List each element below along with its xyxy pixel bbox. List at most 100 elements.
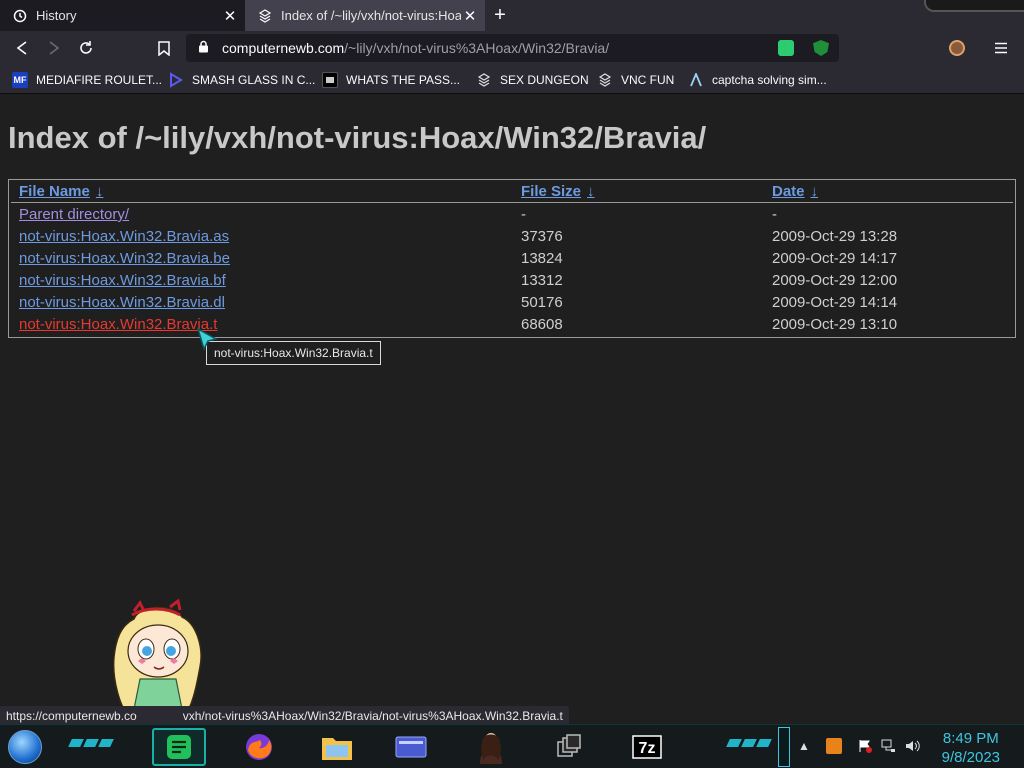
portrait-app-icon[interactable] (464, 728, 518, 766)
menu-icon[interactable] (989, 36, 1013, 60)
back-icon[interactable] (10, 36, 34, 60)
header-label: File Name (19, 183, 90, 200)
file-link[interactable]: not-virus:Hoax.Win32.Bravia.as (19, 228, 229, 245)
show-desktop-button[interactable] (778, 727, 790, 767)
network-icon[interactable] (881, 738, 897, 754)
file-date: 2009-Oct-29 14:17 (772, 250, 898, 267)
page-content: Index of /~lily/vxh/not-virus:Hoax/Win32… (0, 95, 1024, 726)
new-tab-button[interactable]: + (488, 4, 512, 26)
bookmark-label: MEDIAFIRE ROULET... (36, 73, 163, 87)
bookmark-smash-glass[interactable]: SMASH GLASS IN C... (168, 70, 315, 90)
card-app-icon[interactable] (384, 728, 438, 766)
reload-icon[interactable] (74, 36, 98, 60)
url-path: /~lily/vxh/not-virus%3AHoax/Win32/Bravia… (344, 40, 610, 56)
taskbar-decoration (726, 739, 772, 749)
history-icon (12, 8, 28, 24)
tray-expand-icon[interactable]: ▲ (796, 738, 812, 754)
sort-arrow-icon: ↓ (810, 183, 819, 200)
file-link[interactable]: Parent directory/ (19, 206, 129, 223)
file-size: 13824 (521, 250, 563, 267)
bookmark-icon[interactable] (152, 36, 176, 60)
start-button[interactable] (8, 730, 42, 764)
header-file-size[interactable]: File Size ↓ (521, 183, 595, 200)
bookmark-label: WHATS THE PASS... (346, 73, 461, 87)
volume-icon[interactable] (905, 738, 921, 754)
header-date[interactable]: Date ↓ (772, 183, 818, 200)
file-link[interactable]: not-virus:Hoax.Win32.Bravia.bf (19, 272, 226, 289)
file-listing-table: File Name ↓ File Size ↓ Date ↓ Parent direc… (8, 179, 1016, 338)
navigation-bar: computernewb.com/~lily/vxh/not-virus%3AH… (0, 31, 1024, 65)
close-tab-icon[interactable]: ✕ (461, 7, 479, 25)
extension-notes-icon[interactable] (778, 40, 794, 56)
7zip-icon[interactable]: 7z (620, 728, 674, 766)
header-label: Date (772, 183, 805, 200)
profile-avatar[interactable] (949, 40, 965, 56)
file-size: - (521, 206, 526, 223)
bookmark-label: SMASH GLASS IN C... (192, 73, 316, 87)
file-link[interactable]: not-virus:Hoax.Win32.Bravia.dl (19, 294, 225, 311)
lock-icon (198, 40, 212, 56)
file-size: 37376 (521, 228, 563, 245)
mouse-cursor-icon (196, 327, 219, 352)
bookmark-vnc-fun[interactable]: VNC FUN (597, 70, 674, 90)
address-bar[interactable]: computernewb.com/~lily/vxh/not-virus%3AH… (186, 34, 839, 62)
file-link[interactable]: not-virus:Hoax.Win32.Bravia.t (19, 316, 217, 333)
bookmark-whats-the-pass[interactable]: WHATS THE PASS... (322, 70, 460, 90)
bookmark-sex-dungeon[interactable]: SEX DUNGEON (476, 70, 589, 90)
svg-text:7z: 7z (639, 740, 656, 757)
url-host: computernewb.com (222, 40, 345, 56)
smash-glass-icon (168, 72, 184, 88)
clock-time: 8:49 PM (942, 730, 999, 747)
tab-label: Index of /~lily/vxh/not-virus:Hoax/ (281, 8, 461, 23)
task-view-icon[interactable] (542, 728, 596, 766)
file-explorer-icon[interactable] (310, 728, 364, 766)
status-url-start: https://computernewb.co (6, 709, 137, 723)
file-date: 2009-Oct-29 13:28 (772, 228, 898, 245)
bookmark-label: SEX DUNGEON (500, 73, 589, 87)
window-controls[interactable] (924, 0, 1024, 12)
header-label: File Size (521, 183, 582, 200)
bookmarks-toolbar: MF MEDIAFIRE ROULET... SMASH GLASS IN C.… (0, 65, 1024, 94)
mediafire-icon: MF (12, 72, 28, 88)
file-size: 13312 (521, 272, 563, 289)
header-file-name[interactable]: File Name ↓ (19, 183, 103, 200)
file-size: 50176 (521, 294, 563, 311)
close-tab-icon[interactable]: ✕ (221, 7, 239, 25)
bookmark-captcha[interactable]: captcha solving sim... (688, 70, 827, 90)
clock-date: 9/8/2023 (941, 749, 1000, 766)
taskbar-decoration (68, 739, 114, 749)
file-date: - (772, 206, 777, 223)
file-date: 2009-Oct-29 12:00 (772, 272, 898, 289)
link-tooltip: not-virus:Hoax.Win32.Bravia.t (206, 341, 381, 365)
tab-history[interactable]: History ✕ (0, 0, 245, 31)
file-date: 2009-Oct-29 14:14 (772, 294, 898, 311)
taskbar: 7z ▲ 8:49 PM 9/8/2023 (0, 724, 1024, 768)
tab-label: History (36, 8, 77, 23)
header-divider (11, 202, 1013, 203)
page-title: Index of /~lily/vxh/not-virus:Hoax/Win32… (8, 120, 707, 155)
stack-icon (476, 72, 492, 88)
notes-app-icon[interactable] (152, 728, 206, 766)
tray-app-icon[interactable] (826, 738, 842, 754)
bookmark-mediafire[interactable]: MF MEDIAFIRE ROULET... (12, 70, 162, 90)
status-url-end: vxh/not-virus%3AHoax/Win32/Bravia/not-vi… (182, 709, 563, 723)
sort-arrow-icon: ↓ (587, 183, 595, 200)
desktop-mascot-character (112, 599, 202, 718)
bookmark-label: VNC FUN (621, 73, 675, 87)
bookmark-label: captcha solving sim... (712, 73, 827, 87)
page-icon (257, 8, 273, 24)
action-center-flag-icon[interactable] (857, 738, 873, 754)
file-date: 2009-Oct-29 13:10 (772, 316, 898, 333)
firefox-icon[interactable] (232, 728, 286, 766)
captcha-icon (688, 72, 704, 88)
system-clock[interactable]: 8:49 PM 9/8/2023 (942, 729, 1000, 767)
sort-arrow-icon: ↓ (95, 183, 104, 200)
file-link[interactable]: not-virus:Hoax.Win32.Bravia.be (19, 250, 230, 267)
stack-icon (597, 72, 613, 88)
dark-site-icon (322, 72, 338, 88)
screen: History ✕ Index of /~lily/vxh/not-virus:… (0, 0, 1024, 768)
status-url-bar: https://computernewb.co vxh/not-virus%3A… (0, 706, 569, 726)
tab-strip: History ✕ Index of /~lily/vxh/not-virus:… (0, 0, 1024, 31)
tab-index[interactable]: Index of /~lily/vxh/not-virus:Hoax/ ✕ (245, 0, 485, 31)
forward-icon[interactable] (42, 36, 66, 60)
